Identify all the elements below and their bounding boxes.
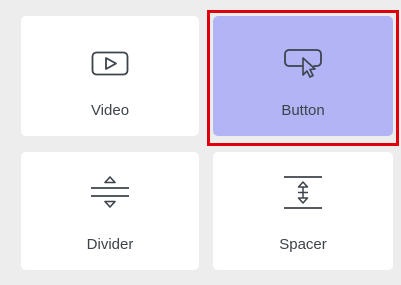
panel-bottom: [8, 270, 401, 285]
block-grid: Video Button Divider Spacer: [0, 0, 401, 285]
block-tile-video[interactable]: Video: [21, 16, 199, 136]
block-label: Video: [90, 102, 130, 119]
button-cursor-icon: [284, 49, 322, 78]
spacer-icon: [284, 176, 322, 209]
block-label: Spacer: [279, 236, 327, 253]
block-label: Divider: [86, 236, 134, 253]
block-label: Button: [281, 102, 325, 119]
block-tile-divider[interactable]: Divider: [21, 152, 199, 270]
block-tile-spacer[interactable]: Spacer: [213, 152, 393, 270]
video-play-icon: [91, 51, 129, 76]
divider-icon: [91, 176, 129, 208]
block-tile-button[interactable]: Button: [213, 16, 393, 136]
